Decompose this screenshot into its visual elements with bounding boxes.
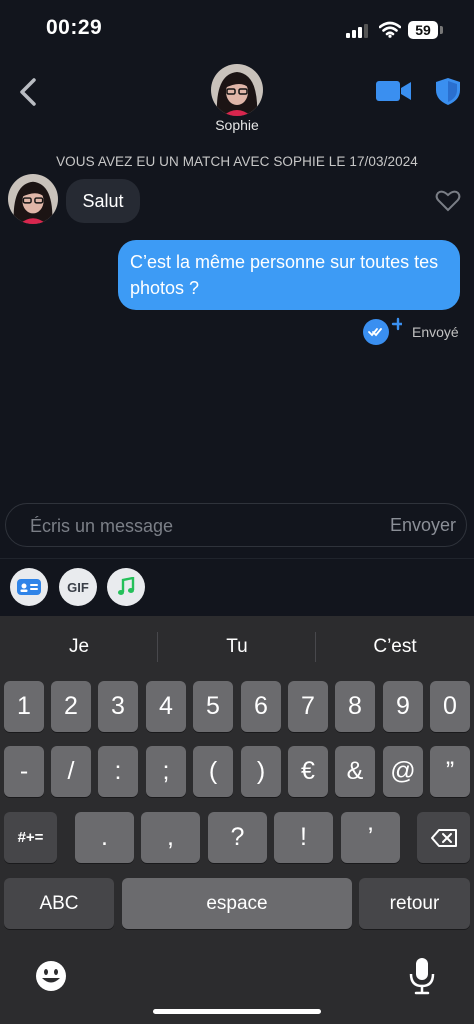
key-2[interactable]: 2 xyxy=(51,681,91,732)
wifi-icon xyxy=(379,21,401,38)
microphone-icon[interactable] xyxy=(407,956,437,996)
key-ampersand[interactable]: & xyxy=(335,746,375,797)
key-3[interactable]: 3 xyxy=(98,681,138,732)
return-key[interactable]: retour xyxy=(359,878,470,929)
key-6[interactable]: 6 xyxy=(241,681,281,732)
suggestion-1[interactable]: Je xyxy=(0,636,158,658)
key-apostrophe[interactable]: ’ xyxy=(341,812,400,863)
divider xyxy=(0,558,474,559)
key-0[interactable]: 0 xyxy=(430,681,470,732)
message-composer: Envoyer xyxy=(5,503,467,548)
battery-tip xyxy=(440,26,443,34)
backspace-key[interactable] xyxy=(417,812,470,863)
key-slash[interactable]: / xyxy=(51,746,91,797)
contact-card-button[interactable] xyxy=(10,568,48,606)
key-1[interactable]: 1 xyxy=(4,681,44,732)
send-button[interactable]: Envoyer xyxy=(390,515,456,536)
key-semicolon[interactable]: ; xyxy=(146,746,186,797)
key-hyphen[interactable]: - xyxy=(4,746,44,797)
key-question[interactable]: ? xyxy=(208,812,267,863)
key-9[interactable]: 9 xyxy=(383,681,423,732)
battery-indicator: 59 xyxy=(408,21,438,39)
space-key[interactable]: espace xyxy=(122,878,352,929)
key-open-paren[interactable]: ( xyxy=(193,746,233,797)
incoming-message-bubble[interactable]: Salut xyxy=(66,179,140,223)
key-period[interactable]: . xyxy=(75,812,134,863)
suggestion-2[interactable]: Tu xyxy=(158,636,316,658)
backspace-icon xyxy=(430,828,457,847)
key-7[interactable]: 7 xyxy=(288,681,328,732)
key-euro[interactable]: € xyxy=(288,746,328,797)
outgoing-message-bubble[interactable]: C’est la même personne sur toutes tes ph… xyxy=(118,240,460,310)
back-icon[interactable] xyxy=(14,74,44,110)
key-at[interactable]: @ xyxy=(383,746,423,797)
key-colon[interactable]: : xyxy=(98,746,138,797)
key-exclamation[interactable]: ! xyxy=(274,812,333,863)
status-time: 00:29 xyxy=(46,16,103,39)
key-5[interactable]: 5 xyxy=(193,681,233,732)
message-input[interactable] xyxy=(28,504,362,548)
shield-icon[interactable] xyxy=(434,76,462,106)
heart-icon[interactable] xyxy=(435,189,461,213)
cellular-signal-icon xyxy=(346,24,368,38)
read-receipt-icon xyxy=(363,317,402,345)
key-abc[interactable]: ABC xyxy=(4,878,114,929)
contact-name[interactable]: Sophie xyxy=(187,117,287,133)
sender-avatar[interactable] xyxy=(8,174,58,224)
key-more-symbols[interactable]: #+= xyxy=(4,812,57,863)
contact-card-icon xyxy=(17,579,41,595)
contact-avatar[interactable] xyxy=(211,64,263,116)
suggestion-3[interactable]: C’est xyxy=(316,636,474,658)
music-button[interactable] xyxy=(107,568,145,606)
key-close-paren[interactable]: ) xyxy=(241,746,281,797)
home-indicator[interactable] xyxy=(153,1009,321,1014)
sent-status: Envoyé xyxy=(412,324,459,340)
key-comma[interactable]: , xyxy=(141,812,200,863)
emoji-icon[interactable] xyxy=(34,959,68,993)
key-4[interactable]: 4 xyxy=(146,681,186,732)
key-8[interactable]: 8 xyxy=(335,681,375,732)
key-quote[interactable]: ” xyxy=(430,746,470,797)
music-note-icon xyxy=(118,577,135,595)
video-call-icon[interactable] xyxy=(375,78,413,104)
gif-button[interactable]: GIF xyxy=(59,568,97,606)
match-date-note: VOUS AVEZ EU UN MATCH AVEC SOPHIE LE 17/… xyxy=(56,154,418,169)
